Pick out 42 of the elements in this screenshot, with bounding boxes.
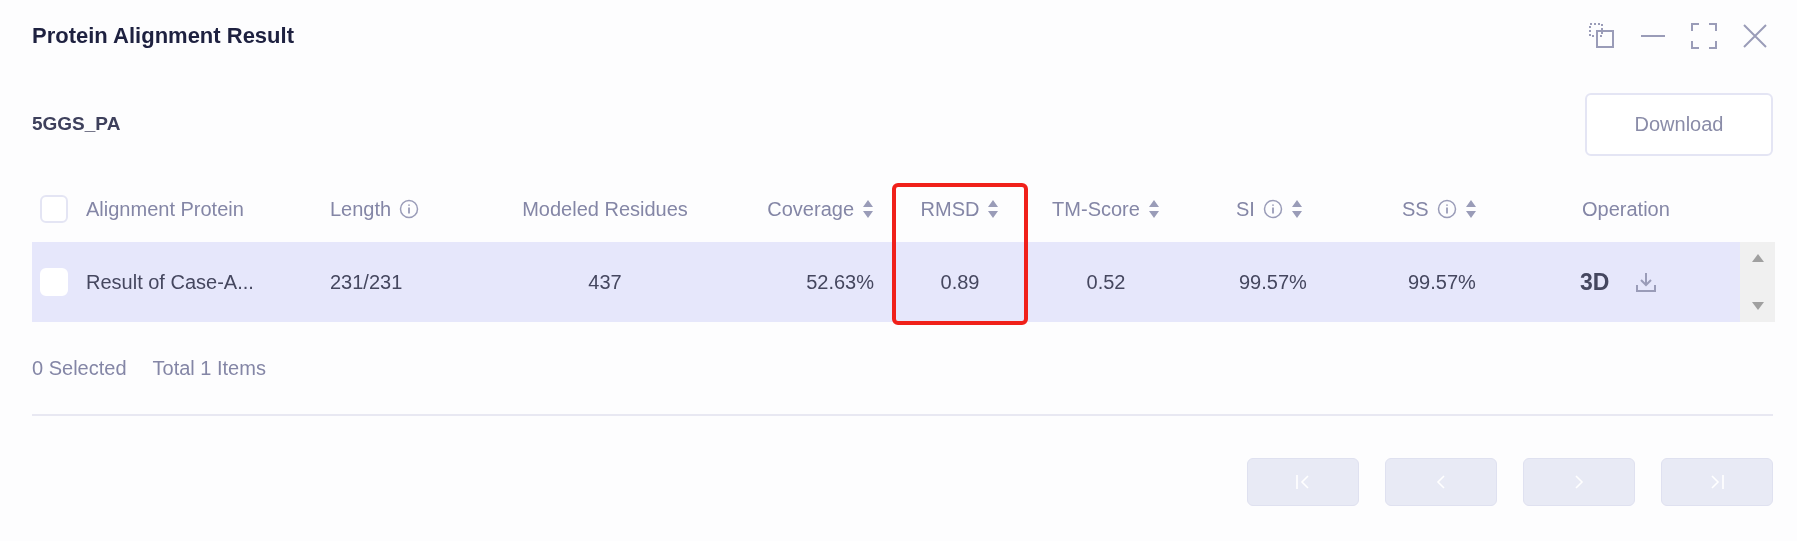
info-icon [1436, 199, 1457, 219]
table-cell: Result of Case-A... [86, 270, 254, 294]
table-cell: 99.57% [1239, 270, 1307, 294]
3d-view-link[interactable]: 3D [1580, 268, 1610, 296]
dataset-name: 5GGS_PA [32, 113, 121, 135]
minimize-icon[interactable] [1641, 34, 1665, 38]
table-row[interactable]: Result of Case-A... 231/231 437 52.63% 0.89 0.52 99.57% 99.57% 3D [32, 242, 1773, 322]
column-header: Modeled Residues [522, 197, 688, 221]
table-cell: 231/231 [330, 270, 403, 294]
table-cell: 437 [588, 270, 622, 294]
sort-icon[interactable] [1464, 199, 1477, 219]
sort-icon[interactable] [862, 199, 874, 219]
row-checkbox[interactable] [40, 268, 68, 296]
column-header[interactable]: SS [1402, 197, 1429, 221]
table-cell: 52.63% [806, 270, 874, 294]
column-header[interactable]: SI [1236, 197, 1255, 221]
sort-icon[interactable] [987, 199, 1000, 219]
column-header: Alignment Protein [86, 197, 244, 221]
close-icon[interactable] [1743, 24, 1767, 48]
scrollbar[interactable] [1740, 242, 1775, 322]
column-header[interactable]: Coverage [767, 197, 854, 221]
scroll-down-icon[interactable] [1751, 302, 1764, 310]
sort-icon[interactable] [1290, 199, 1303, 219]
table-cell: 0.52 [1086, 270, 1126, 294]
table-cell: 0.89 [940, 270, 980, 294]
info-icon [399, 199, 420, 219]
select-all-checkbox[interactable] [40, 195, 68, 223]
restore-icon[interactable] [1589, 23, 1615, 49]
scroll-up-icon[interactable] [1751, 254, 1764, 262]
fullscreen-icon[interactable] [1691, 23, 1717, 49]
column-header[interactable]: Length [330, 197, 392, 221]
download-icon[interactable] [1635, 271, 1658, 293]
table-cell: 99.57% [1408, 270, 1476, 294]
selected-count: 0 Selected [32, 356, 127, 380]
info-icon [1262, 199, 1283, 219]
window-title: Protein Alignment Result [32, 23, 294, 49]
column-header[interactable]: TM-Score [1052, 197, 1140, 221]
sort-icon[interactable] [1147, 199, 1160, 219]
column-header: Operation [1582, 197, 1670, 221]
total-count: Total 1 Items [152, 356, 266, 380]
column-header[interactable]: RMSD [920, 197, 980, 221]
download-button[interactable]: Download [1585, 92, 1773, 156]
